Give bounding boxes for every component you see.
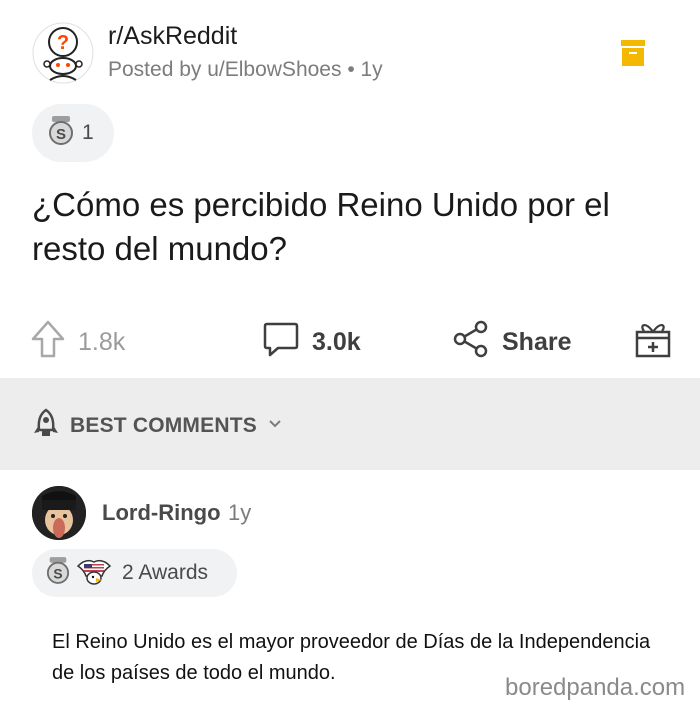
subreddit-name[interactable]: r/AskReddit (108, 22, 237, 51)
award-count: 1 (82, 121, 94, 144)
post-author-meta[interactable]: Posted by u/ElbowShoes • 1y (108, 58, 383, 82)
upvote-button[interactable]: 1.8k (30, 310, 125, 374)
gift-icon (634, 319, 672, 366)
comment-username[interactable]: Lord-Ringo (102, 500, 221, 526)
upvote-icon (30, 319, 66, 366)
awards-count-label: 2 Awards (122, 561, 208, 584)
avatar[interactable] (32, 486, 86, 540)
subreddit-avatar-icon[interactable]: ? (32, 22, 94, 84)
watermark: boredpanda.com (505, 674, 686, 701)
svg-text:S: S (53, 565, 62, 581)
comments-button[interactable]: 3.0k (262, 310, 361, 374)
comment-awards[interactable]: S 2 Awards (32, 549, 237, 597)
silver-award-icon: S (48, 115, 74, 151)
rocket-icon (32, 408, 60, 443)
post-actions-bar: 1.8k 3.0k Share (0, 310, 700, 374)
eagle-award-icon (76, 556, 112, 591)
sort-dropdown[interactable]: BEST COMMENTS (32, 408, 283, 443)
share-icon (452, 319, 490, 366)
upvote-count: 1.8k (78, 327, 126, 356)
gift-button[interactable] (634, 310, 672, 374)
post-header: ? r/AskReddit Posted by u/ElbowShoes • 1… (0, 0, 700, 100)
chevron-down-icon (267, 417, 283, 435)
silver-award-icon: S (46, 556, 70, 590)
svg-text:S: S (56, 126, 66, 143)
comment-count: 3.0k (312, 327, 361, 356)
save-icon[interactable] (621, 40, 645, 66)
svg-text:?: ? (57, 32, 69, 54)
sort-label: BEST COMMENTS (70, 413, 257, 437)
share-label: Share (502, 327, 572, 356)
post-awards[interactable]: S 1 (32, 104, 114, 162)
post-title: ¿Cómo es percibido Reino Unido por el re… (32, 186, 610, 267)
comment-timestamp: 1y (228, 500, 252, 525)
share-button[interactable]: Share (452, 310, 571, 374)
comments-sort-bar: BEST COMMENTS (0, 378, 700, 470)
comment-icon (262, 320, 300, 365)
